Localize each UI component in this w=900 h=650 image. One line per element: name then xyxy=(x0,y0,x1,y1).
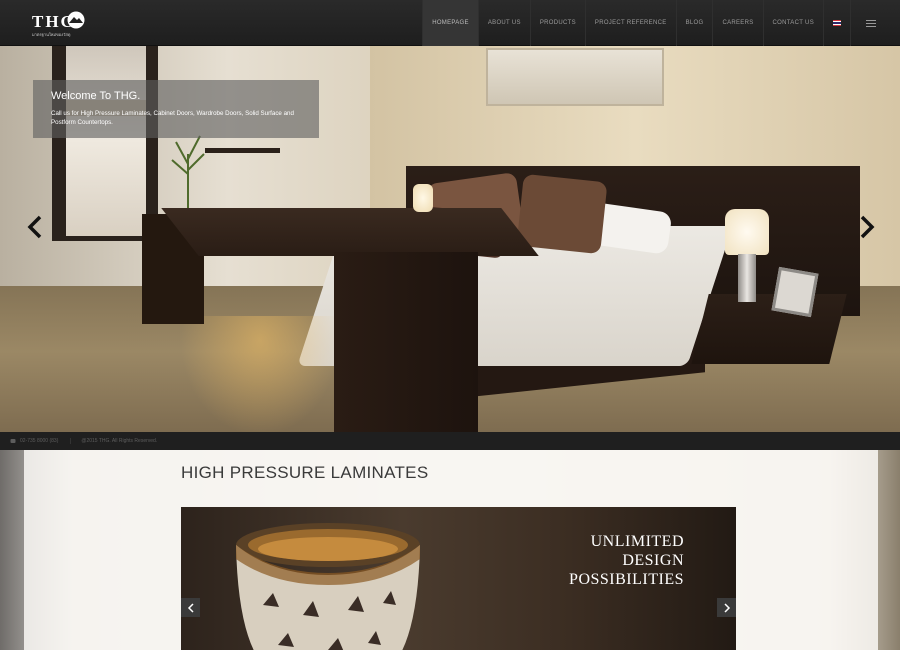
hero-scene-bench xyxy=(161,208,539,256)
hero-scene-artwork xyxy=(486,48,664,106)
hero-scene-mirror xyxy=(52,46,158,241)
nav-project-reference[interactable]: PROJECT REFERENCE xyxy=(584,0,676,46)
chevron-right-icon[interactable] xyxy=(854,214,878,240)
copyright: @2015 THG. All Rights Reserved. xyxy=(81,438,158,444)
nav-contact-us[interactable]: CONTACT US xyxy=(762,0,823,46)
hero-scene-lamp-small xyxy=(413,184,433,212)
language-switch[interactable] xyxy=(823,0,850,46)
banner-ceramic-cup-image xyxy=(236,523,420,650)
nav-blog[interactable]: BLOG xyxy=(675,0,713,46)
hero-title: Welcome To THG. xyxy=(51,90,141,102)
hero-scene-pillow xyxy=(516,173,608,255)
hero-scene-bench-side xyxy=(334,252,478,432)
logo[interactable]: THG มาตรฐานใหม่ของวัสดุ xyxy=(24,8,94,38)
banner-next-button[interactable] xyxy=(717,598,736,617)
hero-scene-lamp-base xyxy=(738,254,756,302)
hero-scene-nightstand xyxy=(691,294,847,364)
nav-products[interactable]: PRODUCTS xyxy=(529,0,585,46)
banner-headline: UNLIMITED DESIGN POSSIBILITIES xyxy=(569,533,684,590)
product-banner: UNLIMITED DESIGN POSSIBILITIES xyxy=(181,507,736,650)
banner-prev-button[interactable] xyxy=(181,598,200,617)
phone-icon xyxy=(10,439,16,443)
hamburger-icon xyxy=(865,19,876,21)
hero-scene-lamp xyxy=(725,209,769,255)
site-header: THG มาตรฐานใหม่ของวัสดุ HOMEPAGE ABOUT U… xyxy=(0,0,900,46)
thai-flag-icon xyxy=(833,20,841,27)
menu-button[interactable] xyxy=(850,0,890,46)
hero-text: Call us for High Pressure Laminates, Cab… xyxy=(51,110,294,126)
phone-info[interactable]: 02-735 8000 (83) xyxy=(10,438,72,444)
chevron-right-icon xyxy=(723,602,730,613)
main-nav: HOMEPAGE ABOUT US PRODUCTS PROJECT REFER… xyxy=(422,0,890,46)
logo-tagline: มาตรฐานใหม่ของวัสดุ xyxy=(32,32,71,37)
nav-careers[interactable]: CAREERS xyxy=(712,0,762,46)
hero-scene-shelf xyxy=(205,148,280,153)
nav-homepage[interactable]: HOMEPAGE xyxy=(422,0,478,46)
phone-number: 02-735 8000 (83) xyxy=(20,438,59,444)
banner-line: UNLIMITED xyxy=(590,533,684,550)
chevron-left-icon xyxy=(187,602,194,613)
hero-scene-glow xyxy=(180,316,340,432)
hero-slider: Welcome To THG. Call us for High Pressur… xyxy=(0,46,900,432)
chevron-left-icon[interactable] xyxy=(24,214,48,240)
hero-caption: Welcome To THG. Call us for High Pressur… xyxy=(33,80,319,138)
banner-line: DESIGN xyxy=(622,551,684,569)
banner-line: POSSIBILITIES xyxy=(569,570,684,588)
nav-about-us[interactable]: ABOUT US xyxy=(477,0,530,46)
section-title: HIGH PRESSURE LAMINATES xyxy=(181,463,429,482)
hero-scene-photo-frame xyxy=(771,266,819,318)
logo-mark-icon xyxy=(67,11,85,29)
info-bar: 02-735 8000 (83) @2015 THG. All Rights R… xyxy=(0,432,900,450)
